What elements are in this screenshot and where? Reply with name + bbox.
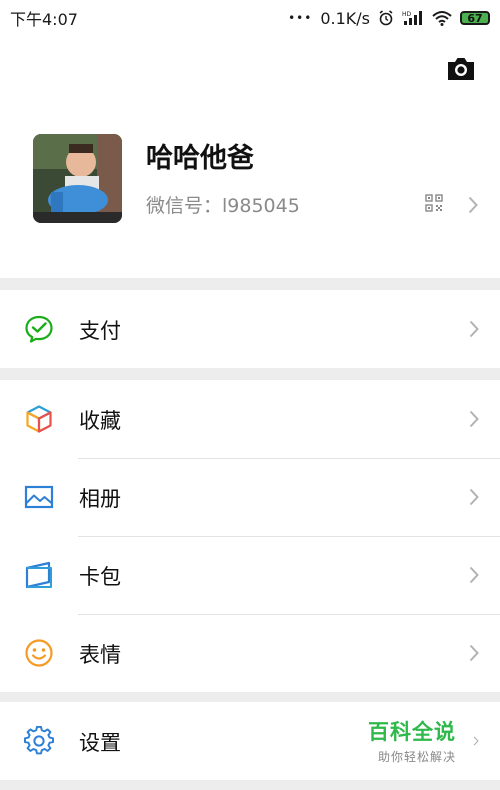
- menu-item-label: 设置: [79, 731, 121, 755]
- profile-wechat-id: 微信号：l985045: [146, 195, 300, 217]
- wifi-icon: [432, 11, 452, 26]
- chevron-right-icon: [469, 488, 479, 506]
- chevron-right-icon: [468, 196, 478, 214]
- watermark-subtitle: 助你轻松解决: [377, 750, 456, 764]
- chevron-right-icon: [469, 566, 479, 584]
- profile-nickname: 哈哈他爸: [146, 143, 254, 174]
- menu-item-label: 表情: [79, 643, 121, 667]
- menu-item-settings[interactable]: 设置 百科全说 助你轻松解决: [0, 702, 500, 780]
- alarm-icon: [379, 10, 393, 26]
- menu-item-album[interactable]: 相册: [0, 458, 500, 536]
- album-icon: [24, 485, 54, 509]
- chevron-right-icon: [469, 644, 479, 662]
- chevron-right-icon: [469, 410, 479, 428]
- menu-item-stickers[interactable]: 表情: [0, 614, 500, 692]
- qr-code-icon[interactable]: [425, 194, 443, 212]
- card-wallet-icon: [25, 561, 52, 589]
- menu-item-label: 收藏: [79, 409, 121, 433]
- profile-header[interactable]: 哈哈他爸 微信号：l985045: [0, 36, 500, 278]
- status-bar: 下午4:07 ••• 0.1K/s HD 67: [0, 0, 500, 36]
- wechat-pay-icon: [25, 315, 53, 343]
- watermark-logo: 百科全说 助你轻松解决: [368, 716, 456, 765]
- watermark-title: 百科全说: [368, 720, 456, 744]
- menu-item-favorites[interactable]: 收藏: [0, 380, 500, 458]
- status-more-dots: •••: [288, 11, 313, 25]
- battery-icon: 67: [460, 11, 490, 25]
- menu-item-label: 支付: [79, 319, 121, 343]
- signal-icon: HD: [402, 11, 422, 25]
- camera-icon[interactable]: [444, 54, 478, 84]
- menu-item-label: 相册: [79, 487, 121, 511]
- menu-group-main: 收藏 相册 卡包 表情: [0, 380, 500, 692]
- sticker-smile-icon: [25, 639, 53, 667]
- menu-group-settings: 设置 百科全说 助你轻松解决: [0, 702, 500, 780]
- menu-group-pay: 支付: [0, 290, 500, 368]
- svg-text:HD: HD: [402, 11, 412, 18]
- chevron-right-icon: [469, 320, 479, 338]
- chevron-right-icon: [473, 736, 479, 746]
- status-time: 下午4:07: [10, 10, 78, 29]
- favorites-cube-icon: [26, 405, 52, 433]
- settings-gear-icon: [24, 726, 54, 755]
- menu-item-card-wallet[interactable]: 卡包: [0, 536, 500, 614]
- status-right: ••• 0.1K/s HD 67: [288, 9, 490, 28]
- avatar[interactable]: [33, 134, 122, 223]
- menu-item-label: 卡包: [79, 565, 121, 589]
- network-speed: 0.1K/s: [320, 8, 370, 28]
- menu-item-pay[interactable]: 支付: [0, 290, 500, 368]
